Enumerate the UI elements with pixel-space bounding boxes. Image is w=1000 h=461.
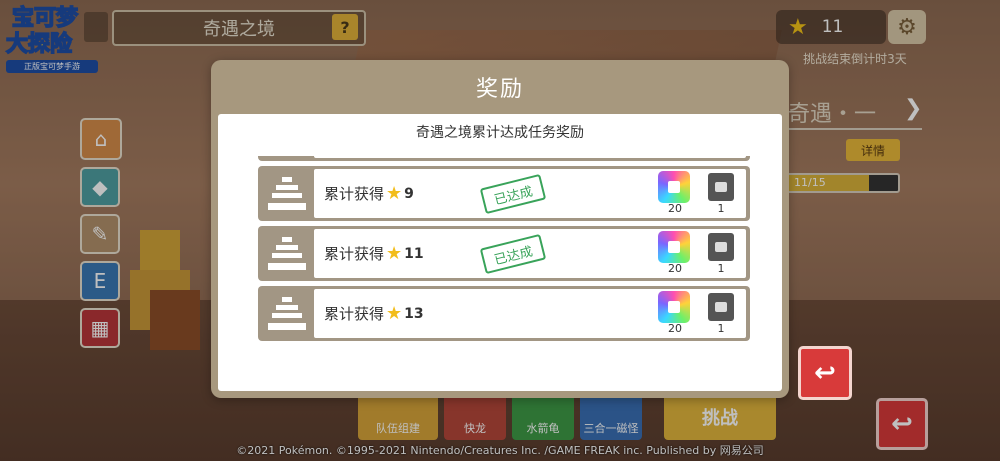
reward-condition: 累计获得 ★ 9 [324,183,414,204]
reward-row-body: 累计获得 ★ 11 已达成 20 1 [314,229,746,278]
reward-condition: 累计获得 ★ 13 [324,303,424,324]
rainbow-cube-icon [658,291,690,323]
reward-row: 累计获得 ★ 13 20 1 [258,286,750,341]
reward-condition-label: 累计获得 [324,185,385,203]
reward-row-body: 累计获得 ★ 9 已达成 20 1 [314,169,746,218]
rainbow-cube-icon [658,171,690,203]
reward-chest[interactable]: 1 [706,171,736,215]
reward-condition: 累计获得 ★ 11 [324,243,424,264]
reward-condition-label: 累计获得 [324,305,385,323]
chest-icon [708,293,734,321]
reward-qty: 1 [717,322,725,335]
pagoda-icon [262,170,312,217]
rainbow-cube-icon [658,231,690,263]
reward-row-body: 累计获得★7已达成201 [314,156,746,158]
modal-subtitle: 奇遇之境累计达成任务奖励 [416,125,584,141]
reward-row: 累计获得★7已达成201 [258,156,750,161]
reward-row-body: 累计获得 ★ 13 20 1 [314,289,746,338]
reward-qty: 1 [717,202,725,215]
reward-condition-label: 累计获得 [324,245,385,263]
reward-row: 累计获得 ★ 11 已达成 20 1 [258,226,750,281]
star-requirement: 13 [404,305,424,322]
reward-rainbow-cube[interactable]: 20 [658,231,692,275]
pagoda-icon [262,230,312,277]
star-requirement: 9 [404,185,414,202]
reward-qty: 20 [668,262,682,275]
pagoda-icon [262,290,312,337]
reward-qty: 20 [668,202,682,215]
reward-qty: 20 [668,322,682,335]
reward-list[interactable]: 累计获得★7已达成201累计获得★9已达成201累计获得★11已达成201累计获… [258,156,750,391]
reward-chest[interactable]: 1 [706,231,736,275]
reward-qty: 1 [717,262,725,275]
reward-row: 累计获得 ★ 9 已达成 20 1 [258,166,750,221]
completed-stamp: 已达成 [479,233,547,275]
completed-stamp: 已达成 [479,173,547,215]
reward-rainbow-cube[interactable]: 20 [658,171,692,215]
chest-icon [708,173,734,201]
star-icon: ★ [386,243,403,264]
reward-modal: 奖励 奇遇之境累计达成任务奖励 累计获得★7已达成201累计获得★9已达成201… [211,60,789,398]
reward-chest[interactable]: 1 [706,291,736,335]
pagoda-icon [262,156,312,157]
star-requirement: 11 [404,245,424,262]
reward-rainbow-cube[interactable]: 20 [658,291,692,335]
star-icon: ★ [386,303,403,324]
modal-body: 奇遇之境累计达成任务奖励 累计获得★7已达成201累计获得★9已达成201累计获… [218,114,782,391]
star-icon: ★ [386,183,403,204]
modal-title: 奖励 [475,77,524,102]
close-modal-return-icon[interactable]: ↩ [798,346,852,400]
chest-icon [708,233,734,261]
